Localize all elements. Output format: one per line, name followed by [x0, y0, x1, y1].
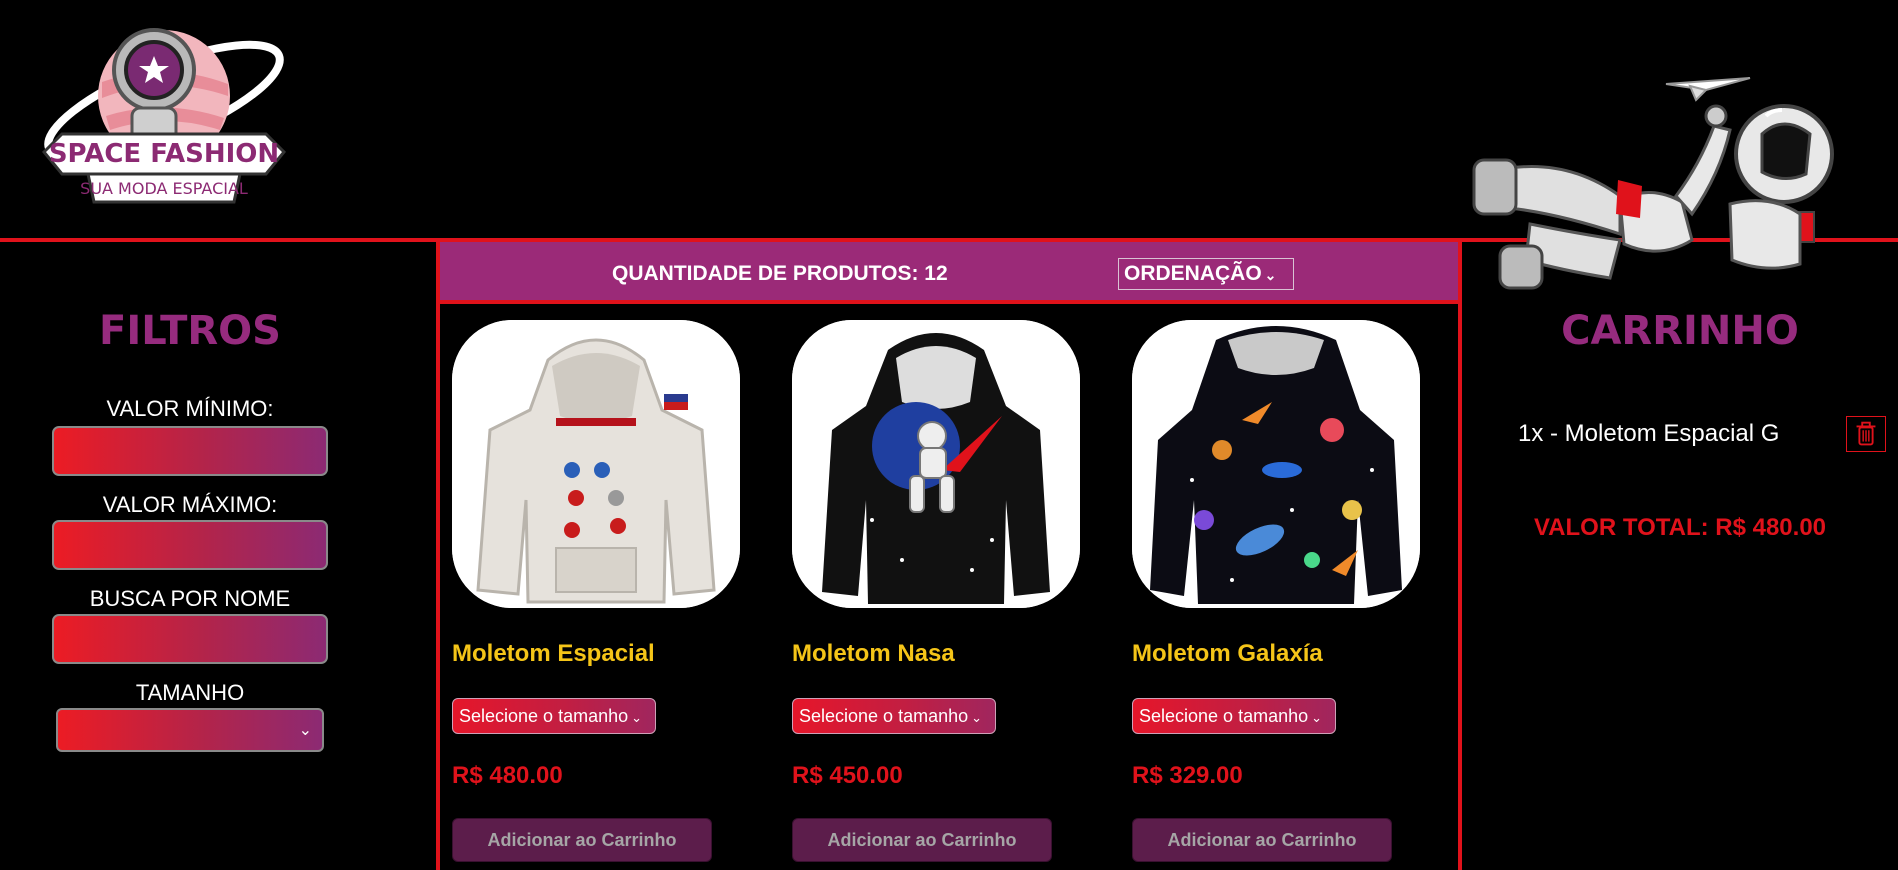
size-filter-label: TAMANHO — [135, 680, 245, 705]
floating-astronaut-illustration — [1470, 64, 1890, 300]
min-value-label: VALOR MÍNIMO: — [106, 396, 274, 421]
size-filter-select[interactable]: ⌄ — [56, 708, 324, 752]
max-value-label: VALOR MÁXIMO: — [102, 492, 278, 517]
astronaut-logo-icon: SPACE FASHION SUA MODA ESPACIAL — [41, 28, 287, 204]
white-astronaut-hoodie-icon — [452, 320, 740, 608]
filters-title: FILTROS — [99, 308, 281, 354]
remove-item-button[interactable] — [1846, 416, 1886, 452]
chevron-down-icon: ⌄ — [1311, 710, 1323, 725]
size-select-placeholder: Selecione o tamanho — [459, 706, 629, 726]
add-to-cart-button[interactable]: Adicionar ao Carrinho — [452, 818, 712, 862]
product-card: Moletom Espacial Selecione o tamanho ⌄ R$… — [440, 320, 740, 870]
filters-panel: FILTROS VALOR MÍNIMO: VALOR MÁXIMO: BUSC… — [0, 242, 436, 870]
chevron-down-icon: ⌄ — [298, 722, 312, 739]
product-size-select[interactable]: Selecione o tamanho ⌄ — [452, 698, 656, 734]
min-value-input[interactable] — [52, 426, 328, 476]
add-to-cart-button[interactable]: Adicionar ao Carrinho — [792, 818, 1052, 862]
product-size-select[interactable]: Selecione o tamanho ⌄ — [1132, 698, 1336, 734]
products-panel: QUANTIDADE DE PRODUTOS: 12 ORDENAÇÃO ⌄ M… — [436, 242, 1462, 870]
add-to-cart-button[interactable]: Adicionar ao Carrinho — [1132, 818, 1392, 862]
size-select-placeholder: Selecione o tamanho — [1139, 706, 1309, 726]
galaxy-hoodie-icon — [1132, 320, 1420, 608]
space-fashion-logo[interactable]: SPACE FASHION SUA MODA ESPACIAL — [36, 12, 292, 224]
product-name: Moletom Galaxía — [1132, 640, 1323, 667]
product-image — [792, 320, 1080, 608]
cart-panel: CARRINHO 1x - Moletom Espacial G VALOR T… — [1462, 242, 1898, 870]
product-price: R$ 450.00 — [792, 762, 903, 789]
products-toolbar: QUANTIDADE DE PRODUTOS: 12 ORDENAÇÃO ⌄ — [440, 242, 1458, 304]
sort-select[interactable]: ORDENAÇÃO ⌄ — [1118, 258, 1294, 290]
sort-label: ORDENAÇÃO — [1124, 262, 1262, 285]
cart-item: 1x - Moletom Espacial G — [1518, 420, 1780, 447]
product-image — [452, 320, 740, 608]
svg-text:SPACE FASHION: SPACE FASHION — [49, 139, 279, 169]
product-image — [1132, 320, 1420, 608]
cart-title: CARRINHO — [1561, 308, 1799, 354]
chevron-down-icon: ⌄ — [971, 710, 983, 725]
product-name: Moletom Espacial — [452, 640, 655, 667]
chevron-down-icon: ⌄ — [631, 710, 643, 725]
trash-icon — [1856, 421, 1876, 446]
astronaut-paper-plane-icon — [1472, 77, 1834, 290]
size-select-placeholder: Selecione o tamanho — [799, 706, 969, 726]
product-price: R$ 329.00 — [1132, 762, 1243, 789]
product-card: Moletom Nasa Selecione o tamanho ⌄ R$ 450… — [780, 320, 1080, 870]
name-search-input[interactable] — [52, 614, 328, 664]
nasa-astronaut-hoodie-icon — [792, 320, 1080, 608]
product-price: R$ 480.00 — [452, 762, 563, 789]
chevron-down-icon: ⌄ — [1264, 267, 1277, 283]
product-name: Moletom Nasa — [792, 640, 955, 667]
svg-text:SUA MODA ESPACIAL: SUA MODA ESPACIAL — [80, 179, 248, 198]
name-search-label: BUSCA POR NOME — [89, 586, 291, 611]
product-count: QUANTIDADE DE PRODUTOS: 12 — [612, 262, 948, 285]
max-value-input[interactable] — [52, 520, 328, 570]
product-size-select[interactable]: Selecione o tamanho ⌄ — [792, 698, 996, 734]
cart-total: VALOR TOTAL: R$ 480.00 — [1533, 514, 1827, 541]
product-card: Moletom Galaxía Selecione o tamanho ⌄ R$ … — [1120, 320, 1420, 870]
